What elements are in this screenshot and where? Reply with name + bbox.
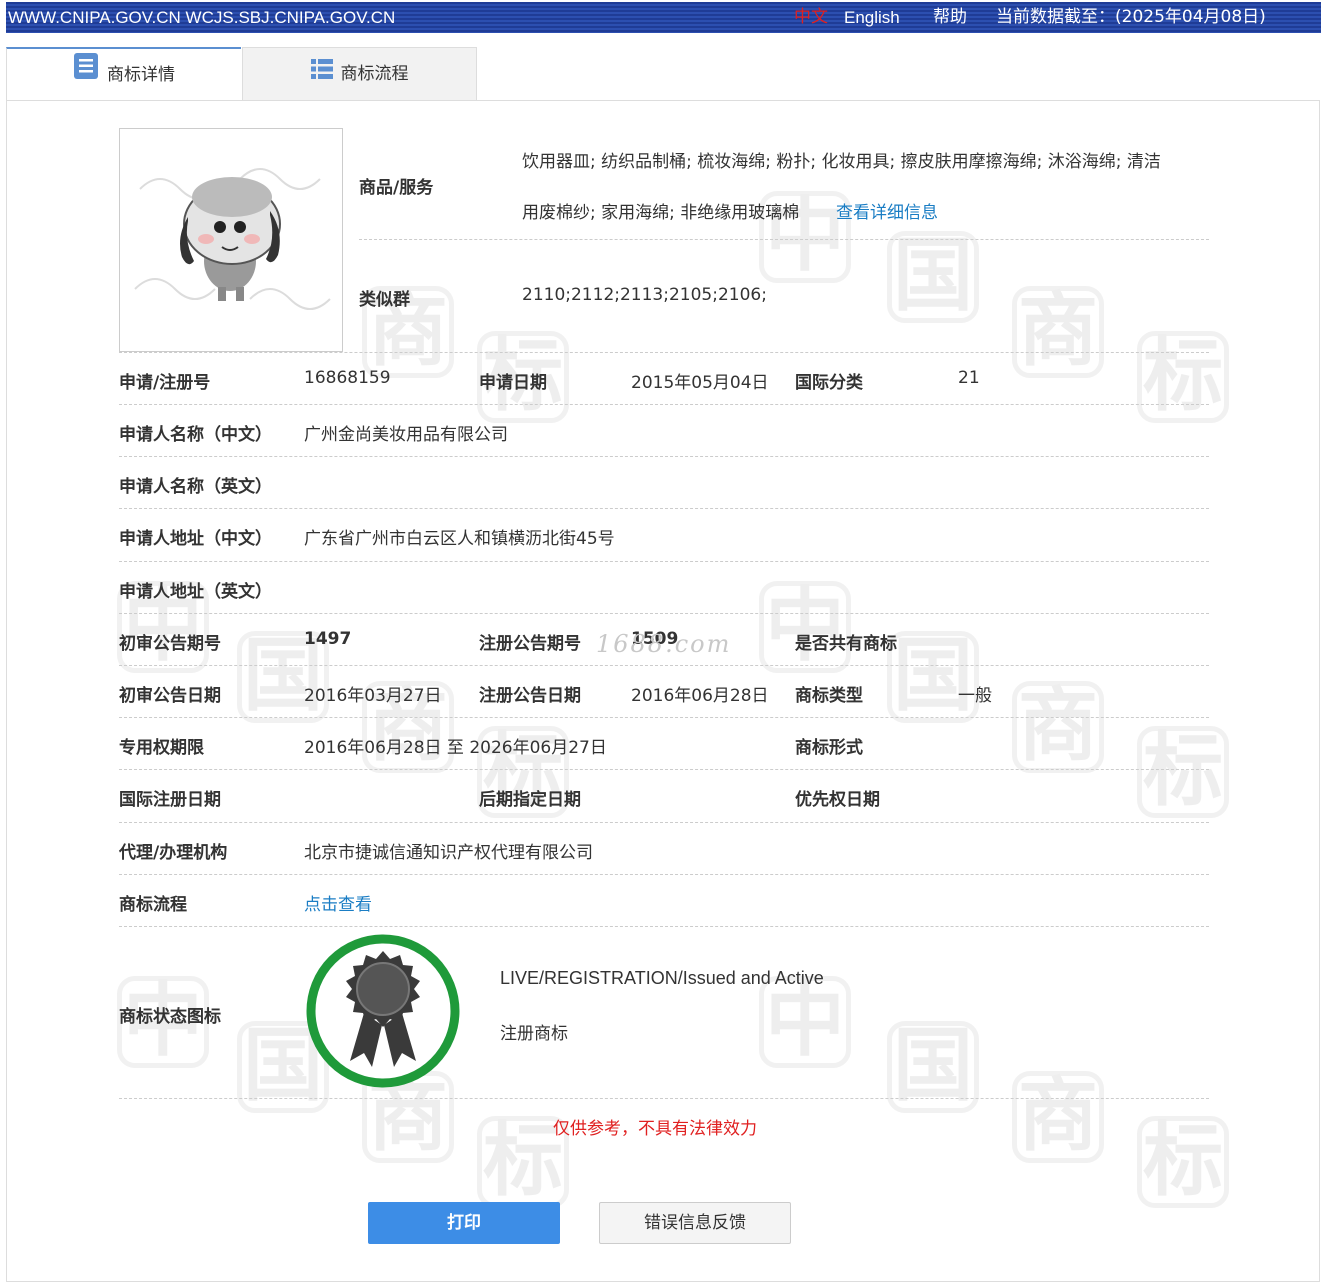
- language-english-link[interactable]: English: [844, 2, 900, 33]
- shared-trademark-label: 是否共有商标: [795, 634, 897, 654]
- prelim-no-value: 1497: [304, 629, 352, 649]
- prelim-date-label: 初审公告日期: [119, 686, 221, 706]
- prelim-no-label: 初审公告期号: [119, 634, 221, 654]
- tab-bar: 商标详情 商标流程: [6, 47, 478, 101]
- reg-pub-date-label: 注册公告日期: [479, 686, 581, 706]
- error-feedback-button[interactable]: 错误信息反馈: [599, 1202, 791, 1244]
- goods-services-label: 商品/服务: [359, 178, 434, 198]
- intl-class-value: 21: [958, 368, 980, 388]
- prelim-date-value: 2016年03月27日: [304, 686, 442, 706]
- intl-reg-date-label: 国际注册日期: [119, 790, 221, 810]
- process-view-link[interactable]: 点击查看: [304, 890, 372, 915]
- trademark-form-label: 商标形式: [795, 738, 863, 758]
- term-value: 2016年06月28日 至 2026年06月27日: [304, 738, 607, 758]
- goods-services-line1: 饮用器皿; 纺织品制桶; 梳妆海绵; 粉扑; 化妆用具; 擦皮肤用摩擦海绵; 沐…: [522, 152, 1161, 172]
- disclaimer-text: 仅供参考，不具有法律效力: [553, 1119, 757, 1139]
- divider: [359, 239, 1209, 240]
- reg-pub-no-label: 注册公告期号: [479, 634, 581, 654]
- watermark-mark: 标: [1137, 726, 1229, 818]
- grid-list-icon: [310, 48, 333, 100]
- status-english-text: LIVE/REGISTRATION/Issued and Active: [500, 968, 824, 988]
- language-chinese-link[interactable]: 中文: [794, 2, 828, 33]
- watermark-mark: 商: [1012, 286, 1104, 378]
- document-list-icon: [73, 49, 99, 101]
- data-date-text: 当前数据截至：(2025年04月08日): [996, 7, 1266, 27]
- trademark-image: [119, 128, 343, 352]
- watermark-mark: 国: [887, 1021, 979, 1113]
- watermark-mark: 国: [887, 231, 979, 323]
- help-link[interactable]: 帮助: [933, 2, 967, 33]
- watermark-mark: 商: [1012, 1071, 1104, 1163]
- status-icon-label: 商标状态图标: [119, 1007, 221, 1027]
- reg-no-value: 16868159: [304, 368, 391, 388]
- divider: [119, 926, 1209, 927]
- similar-group-label: 类似群: [359, 290, 410, 310]
- divider: [119, 769, 1209, 770]
- priority-date-label: 优先权日期: [795, 790, 880, 810]
- watermark-mark: 商: [1012, 681, 1104, 773]
- reg-pub-date-value: 2016年06月28日: [631, 686, 769, 706]
- divider: [119, 822, 1209, 823]
- print-button[interactable]: 打印: [368, 1202, 560, 1244]
- applicant-en-label: 申请人名称（英文）: [119, 477, 272, 497]
- later-designation-date-label: 后期指定日期: [479, 790, 581, 810]
- divider: [119, 717, 1209, 718]
- tab-trademark-details-label: 商标详情: [107, 65, 175, 85]
- trademark-type-value: 一般: [958, 686, 992, 706]
- watermark-mark: 中: [759, 976, 851, 1068]
- tab-trademark-details[interactable]: 商标详情: [6, 47, 241, 101]
- reg-no-label: 申请/注册号: [119, 373, 211, 393]
- agent-label: 代理/办理机构: [119, 843, 228, 863]
- apply-date-value: 2015年05月04日: [631, 373, 769, 393]
- agent-value: 北京市捷诚信通知识产权代理有限公司: [304, 843, 593, 863]
- divider: [119, 1098, 1209, 1099]
- divider: [119, 352, 1209, 353]
- site-url-text: WWW.CNIPA.GOV.CN WCJS.SBJ.CNIPA.GOV.CN: [8, 8, 396, 27]
- registered-badge-icon: [304, 933, 462, 1089]
- top-bar: WWW.CNIPA.GOV.CN WCJS.SBJ.CNIPA.GOV.CN 中…: [6, 2, 1321, 33]
- divider: [119, 613, 1209, 614]
- watermark-mark: 中: [759, 581, 851, 673]
- divider: [119, 665, 1209, 666]
- site-watermark-text: 1688.com: [596, 630, 732, 658]
- apply-date-label: 申请日期: [479, 373, 547, 393]
- similar-group-value: 2110;2112;2113;2105;2106;: [522, 285, 767, 305]
- view-details-link[interactable]: 查看详细信息: [836, 198, 938, 223]
- watermark-mark: 国: [887, 631, 979, 723]
- intl-class-label: 国际分类: [795, 373, 863, 393]
- applicant-cn-label: 申请人名称（中文）: [119, 425, 272, 445]
- address-en-label: 申请人地址（英文）: [119, 582, 272, 602]
- applicant-cn-value: 广州金尚美妆用品有限公司: [304, 425, 508, 445]
- watermark-mark: 标: [1137, 331, 1229, 423]
- address-cn-label: 申请人地址（中文）: [119, 529, 272, 549]
- trademark-type-label: 商标类型: [795, 686, 863, 706]
- divider: [119, 456, 1209, 457]
- watermark-mark: 标: [1137, 1116, 1229, 1208]
- address-cn-value: 广东省广州市白云区人和镇横沥北街45号: [304, 529, 615, 549]
- process-label: 商标流程: [119, 895, 187, 915]
- divider: [119, 508, 1209, 509]
- divider: [119, 404, 1209, 405]
- divider: [119, 561, 1209, 562]
- divider: [119, 874, 1209, 875]
- term-label: 专用权期限: [119, 738, 204, 758]
- tab-trademark-process-label: 商标流程: [340, 64, 409, 84]
- goods-services-line2: 用废棉纱; 家用海绵; 非绝缘用玻璃棉: [522, 203, 800, 223]
- status-chinese-text: 注册商标: [500, 1024, 568, 1044]
- tab-trademark-process[interactable]: 商标流程: [242, 47, 477, 100]
